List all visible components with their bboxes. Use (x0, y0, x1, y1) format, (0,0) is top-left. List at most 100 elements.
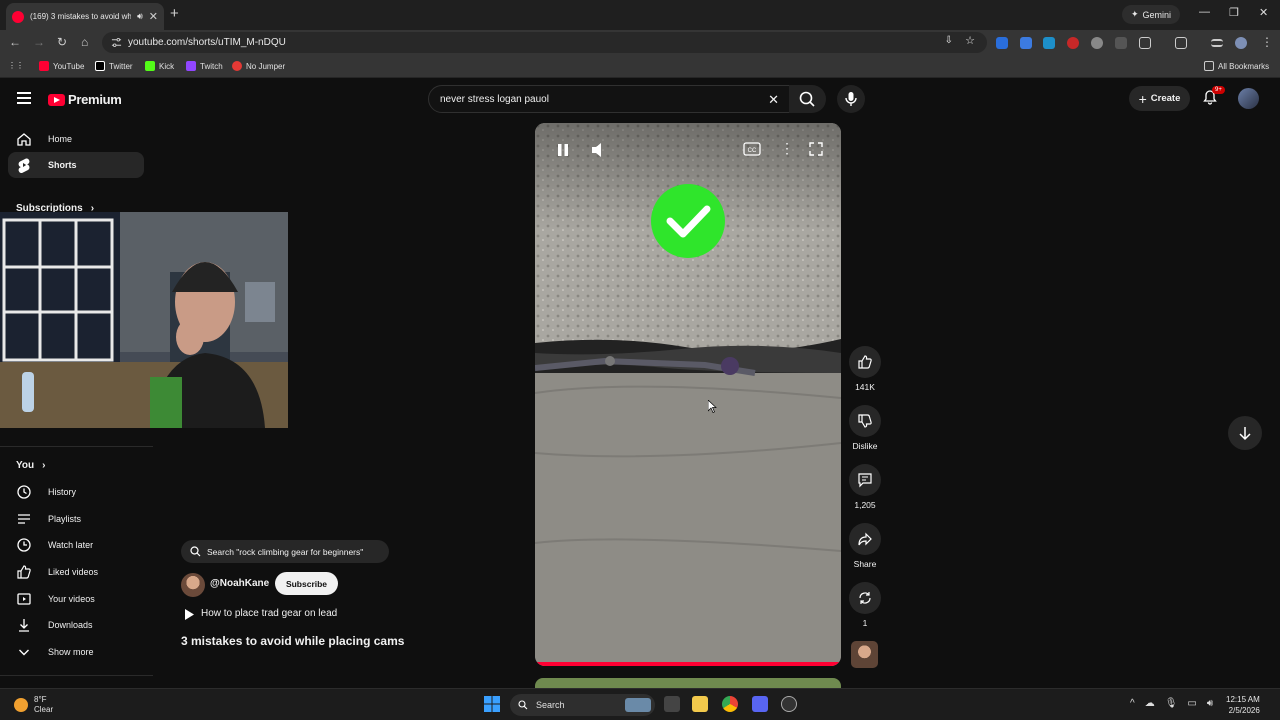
cloud-icon[interactable]: ☁︎ (1145, 698, 1155, 709)
volume-icon[interactable] (588, 139, 610, 161)
network-icon[interactable]: ▭ (1187, 698, 1196, 709)
windows-taskbar: 8°F Clear Search ^ ☁︎ 🎙︎ ▭ 🔊︎ 12:15 AM 2/… (0, 688, 1280, 720)
more-options-icon[interactable]: ⋮ (780, 140, 794, 157)
all-bookmarks[interactable]: All Bookmarks (1204, 61, 1269, 71)
extension-3-icon[interactable] (1043, 37, 1055, 49)
maximize-icon[interactable]: ❐ (1229, 6, 1239, 19)
account-avatar[interactable] (1238, 88, 1259, 109)
extension-5-icon[interactable] (1091, 37, 1103, 49)
extensions-puzzle-icon[interactable] (1139, 37, 1151, 49)
new-tab-icon[interactable]: + (170, 5, 179, 22)
chrome-icon[interactable] (722, 696, 738, 712)
bookmark-twitter[interactable]: Twitter (95, 61, 133, 71)
sidebar-label: Home (48, 134, 73, 144)
gemini-button[interactable]: ✦ Gemini (1122, 5, 1181, 24)
bookmark-kick[interactable]: Kick (145, 61, 174, 71)
youtube-premium-logo[interactable]: Premium (48, 92, 122, 107)
sidebar-item-show-more[interactable]: Show more (8, 639, 144, 665)
clear-search-icon[interactable]: ✕ (768, 92, 779, 108)
extension-2-icon[interactable] (1020, 37, 1032, 49)
you-label: You (16, 460, 35, 471)
file-explorer-icon[interactable] (692, 696, 708, 712)
reload-icon[interactable]: ↻ (57, 35, 67, 49)
speaker-icon[interactable]: 🔊︎ (1207, 698, 1213, 709)
side-panel-icon[interactable] (1175, 37, 1187, 49)
site-info-icon[interactable] (111, 37, 122, 48)
comment-count: 1,205 (854, 500, 876, 510)
sidebar-item-your-videos[interactable]: Your videos (8, 586, 144, 612)
subscribe-button[interactable]: Subscribe (275, 572, 338, 595)
weather-widget[interactable]: 8°F Clear (14, 695, 53, 715)
remix-button[interactable]: 1 (849, 582, 881, 628)
sidebar-item-playlists[interactable]: Playlists (8, 506, 144, 532)
search-input[interactable]: never stress logan pauol ✕ (428, 85, 790, 113)
video-frame (535, 123, 841, 666)
dislike-label: Dislike (852, 441, 878, 451)
bookmark-label: Twitter (109, 61, 133, 71)
channel-name[interactable]: @NoahKane (210, 578, 269, 589)
windows-start-icon[interactable] (484, 696, 500, 712)
sidebar-item-downloads[interactable]: Downloads (8, 612, 144, 638)
taskbar-search[interactable]: Search (510, 694, 655, 716)
bookmark-youtube[interactable]: YouTube (39, 61, 84, 71)
tab-audio-icon[interactable]: 🔊︎ (137, 11, 143, 22)
browser-tab-bar: (169) 3 mistakes to avoid while placing … (0, 0, 1280, 30)
you-header[interactable]: You › (16, 460, 46, 471)
media-controls-icon[interactable] (1211, 39, 1223, 47)
home-icon[interactable]: ⌂ (81, 35, 88, 49)
short-title[interactable]: 3 mistakes to avoid while placing cams (181, 634, 404, 648)
bookmark-star-icon[interactable]: ☆ (965, 34, 975, 47)
profile-avatar-icon[interactable] (1235, 37, 1247, 49)
like-button[interactable]: 141K (849, 346, 881, 392)
gemini-label: Gemini (1142, 9, 1172, 20)
app-icon[interactable] (781, 696, 797, 712)
dislike-button[interactable]: Dislike (849, 405, 881, 451)
bookmark-no-jumper[interactable]: No Jumper (232, 61, 285, 71)
channel-avatar[interactable] (181, 573, 205, 597)
extension-4-icon[interactable] (1067, 37, 1079, 49)
related-search-chip[interactable]: Search "rock climbing gear for beginners… (181, 540, 389, 563)
captions-icon[interactable]: CC (742, 140, 762, 158)
sidebar-item-watch-later[interactable]: Watch later (8, 532, 144, 558)
url-text: youtube.com/shorts/uTIM_M-nDQU (128, 37, 286, 48)
audio-source-thumbnail[interactable] (851, 641, 878, 668)
discord-icon[interactable] (752, 696, 768, 712)
microphone-icon[interactable]: 🎙︎ (1165, 698, 1178, 709)
back-icon[interactable]: ← (9, 35, 21, 49)
related-video-link[interactable]: How to place trad gear on lead (201, 608, 337, 619)
system-clock[interactable]: 12:15 AM 2/5/2026 (1226, 694, 1260, 716)
install-app-icon[interactable]: ⇩ (945, 35, 953, 46)
browser-tab[interactable]: (169) 3 mistakes to avoid while placing … (6, 3, 164, 30)
sidebar-label: Downloads (48, 620, 93, 630)
fullscreen-icon[interactable] (807, 140, 825, 158)
extension-6-icon[interactable] (1115, 37, 1127, 49)
close-window-icon[interactable]: ✕ (1259, 6, 1268, 19)
address-bar[interactable]: youtube.com/shorts/uTIM_M-nDQU ⇩ ☆ (102, 32, 987, 53)
create-button[interactable]: + Create (1129, 86, 1190, 111)
thumbs-up-icon (858, 355, 872, 369)
comments-button[interactable]: 1,205 (849, 464, 881, 510)
apps-grid-icon[interactable]: ⋮⋮ (8, 61, 24, 70)
tray-overflow-icon[interactable]: ^ (1130, 698, 1135, 709)
close-tab-icon[interactable]: ✕ (149, 10, 158, 23)
extension-1-icon[interactable] (996, 37, 1008, 49)
clock-icon (17, 538, 31, 552)
sidebar-item-liked-videos[interactable]: Liked videos (8, 559, 144, 585)
minimize-icon[interactable]: — (1199, 6, 1210, 18)
sidebar-item-home[interactable]: Home (8, 126, 144, 152)
voice-search-button[interactable] (837, 85, 865, 113)
menu-kebab-icon[interactable]: ⋮ (1261, 35, 1273, 49)
shorts-player[interactable]: CC ⋮ (535, 123, 841, 666)
pause-icon[interactable] (552, 139, 574, 161)
youtube-page: Premium never stress logan pauol ✕ + Cre… (0, 79, 1280, 692)
forward-icon[interactable]: → (33, 35, 45, 49)
next-short-button[interactable] (1228, 416, 1262, 450)
guide-menu-icon[interactable] (17, 92, 31, 107)
task-view-icon[interactable] (664, 696, 680, 712)
bookmark-twitch[interactable]: Twitch (186, 61, 223, 71)
bookmark-label: Twitch (200, 61, 223, 71)
search-button[interactable] (789, 85, 826, 113)
share-button[interactable]: Share (849, 523, 881, 569)
sidebar-item-history[interactable]: History (8, 479, 144, 505)
sidebar-item-shorts[interactable]: Shorts (8, 152, 144, 178)
